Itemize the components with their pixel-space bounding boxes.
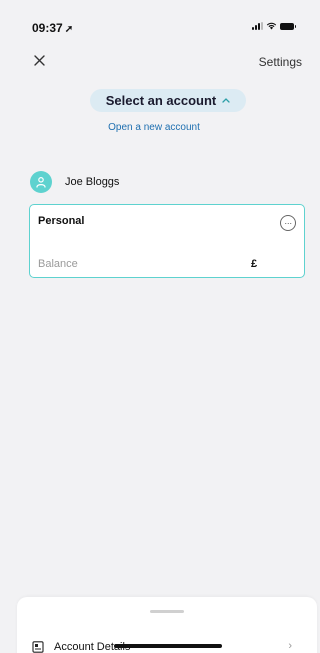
- close-button[interactable]: [30, 51, 48, 69]
- close-icon: [33, 54, 45, 66]
- battery-icon: [280, 22, 296, 30]
- status-time-text: 09:37: [32, 21, 63, 35]
- settings-link[interactable]: Settings: [259, 55, 302, 69]
- account-selector-button[interactable]: Select an account: [90, 89, 246, 112]
- document-icon: [32, 641, 44, 653]
- home-indicator: [114, 644, 222, 648]
- more-icon[interactable]: ···: [280, 215, 296, 231]
- chevron-up-icon: [222, 95, 230, 106]
- sheet-grabber[interactable]: [150, 610, 184, 613]
- account-selector-label: Select an account: [105, 93, 217, 108]
- user-row: Joe Bloggs: [30, 171, 119, 193]
- balance-value: £: [251, 258, 258, 270]
- person-icon: [36, 176, 46, 188]
- account-card-personal[interactable]: Personal ··· Balance £: [29, 204, 305, 278]
- wifi-icon: [266, 22, 277, 30]
- chevron-right-icon: ›: [288, 640, 292, 652]
- account-card-title: Personal: [38, 215, 85, 227]
- status-icons: [252, 22, 296, 30]
- location-arrow-icon: ➚: [64, 24, 74, 35]
- status-time: 09:37 ➚: [32, 21, 73, 35]
- avatar: [30, 171, 52, 193]
- user-name: Joe Bloggs: [65, 176, 120, 188]
- balance-label: Balance: [38, 258, 78, 270]
- status-bar: 09:37 ➚: [0, 0, 308, 40]
- signal-icon: [252, 22, 263, 30]
- open-new-account-link[interactable]: Open a new account: [0, 122, 308, 133]
